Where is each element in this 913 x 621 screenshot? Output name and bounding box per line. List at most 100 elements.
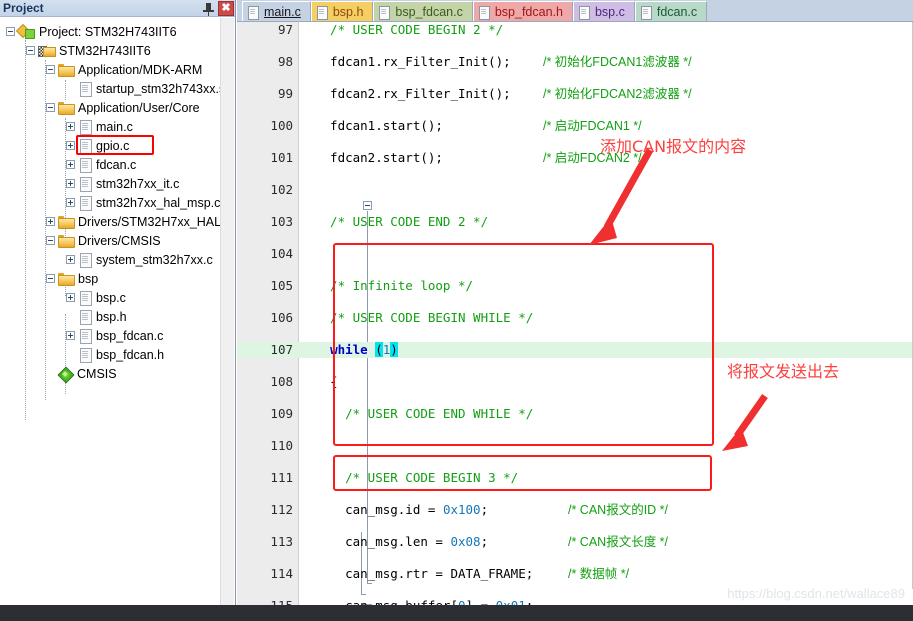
tree-item-bsp-fdcan-h[interactable]: bsp_fdcan.h: [0, 345, 220, 364]
annotation-arrow-send-message: [722, 393, 768, 451]
code-line[interactable]: 104: [237, 246, 913, 262]
project-pane-scrollbar[interactable]: [220, 18, 234, 605]
tree-item-cmsis[interactable]: CMSIS: [0, 364, 220, 383]
file-icon: [78, 252, 92, 268]
expand-icon[interactable]: [66, 141, 75, 150]
code-line[interactable]: 110: [237, 438, 913, 454]
tree-item-stm32h743iit6[interactable]: STM32H743IIT6: [0, 41, 220, 60]
tree-item-bsp-fdcan-c[interactable]: bsp_fdcan.c: [0, 326, 220, 345]
collapse-icon[interactable]: [6, 27, 15, 36]
code-line[interactable]: 114 can_msg.rtr = DATA_FRAME; /* 数据帧 */: [237, 566, 913, 582]
expand-icon[interactable]: [66, 160, 75, 169]
code-line[interactable]: 103 /* USER CODE END 2 */: [237, 214, 913, 230]
code-line[interactable]: 113 can_msg.len = 0x08; /* CAN报文长度 */: [237, 534, 913, 550]
collapse-icon[interactable]: [26, 46, 35, 55]
project-pane-titlebar: Project ✖: [0, 0, 235, 17]
line-number: 112: [270, 502, 293, 517]
expand-icon[interactable]: [66, 179, 75, 188]
pin-icon[interactable]: [202, 2, 215, 16]
line-number: 113: [270, 534, 293, 549]
tree-item-application-user-core[interactable]: Application/User/Core: [0, 98, 220, 117]
line-number: 103: [270, 214, 293, 229]
collapse-icon[interactable]: [46, 65, 55, 74]
tree-item-project-stm32h743iit6[interactable]: Project: STM32H743IIT6: [0, 22, 220, 41]
code-line[interactable]: 97 /* USER CODE BEGIN 2 */: [237, 22, 913, 38]
tab-bsp-c[interactable]: bsp.c: [572, 1, 635, 21]
collapse-icon[interactable]: [46, 236, 55, 245]
tree-item-label: CMSIS: [77, 366, 117, 381]
file-icon: [640, 5, 652, 20]
tree-item-main-c[interactable]: main.c: [0, 117, 220, 136]
tree-item-bsp[interactable]: bsp: [0, 269, 220, 288]
tab-label: bsp_fdcan.h: [494, 5, 563, 19]
project-tree[interactable]: Project: STM32H743IIT6 STM32H743IIT6 Appli…: [0, 18, 220, 605]
code-line[interactable]: 98 fdcan1.rx_Filter_Init(); /* 初始化FDCAN1滤…: [237, 54, 913, 70]
folder-icon: [58, 101, 75, 115]
expand-icon[interactable]: [66, 331, 75, 340]
code-line[interactable]: 111 /* USER CODE BEGIN 3 */: [237, 470, 913, 486]
code-line[interactable]: 101 fdcan2.start();/* 启动FDCAN2 */: [237, 150, 913, 166]
close-icon[interactable]: ✖: [218, 1, 234, 16]
tree-item-drivers-stm32h7xx-hal-dri[interactable]: Drivers/STM32H7xx_HAL_Dri: [0, 212, 220, 231]
tree-item-label: stm32h7xx_hal_msp.c: [96, 195, 220, 210]
tab-bsp-h[interactable]: bsp.h: [310, 1, 374, 21]
tab-fdcan-c[interactable]: fdcan.c: [634, 1, 708, 21]
code-text: can_msg.buffer[0] = 0x01;: [315, 598, 533, 605]
code-lines[interactable]: 97 /* USER CODE BEGIN 2 */ 98 fdcan1.rx_F…: [237, 22, 913, 605]
tab-label: bsp_fdcan.c: [395, 5, 463, 19]
file-icon: [379, 5, 391, 20]
tab-main-c[interactable]: main.c: [242, 1, 311, 21]
editor-tabbar[interactable]: main.c bsp.h bsp_fdcan.c bsp_fdcan.h bsp.c fd…: [237, 0, 913, 22]
folder-icon: [58, 234, 75, 248]
tab-bsp-fdcan-h[interactable]: bsp_fdcan.h: [472, 1, 573, 21]
code-text: fdcan1.rx_Filter_Init();: [315, 54, 511, 69]
file-icon: [78, 119, 92, 135]
line-number: 110: [270, 438, 293, 453]
tree-item-label: bsp_fdcan.c: [96, 328, 164, 343]
tree-item-stm32h7xx-hal-msp-c[interactable]: stm32h7xx_hal_msp.c: [0, 193, 220, 212]
file-icon: [78, 195, 92, 211]
code-line[interactable]: 102: [237, 182, 913, 198]
code-text: /* Infinite loop */: [315, 278, 474, 293]
tree-item-label: STM32H743IIT6: [59, 43, 151, 58]
code-editor[interactable]: 97 /* USER CODE BEGIN 2 */ 98 fdcan1.rx_F…: [237, 22, 913, 605]
code-line[interactable]: 100 fdcan1.start(); /* 启动FDCAN1 */: [237, 118, 913, 134]
tree-item-label: Drivers/CMSIS: [78, 233, 161, 248]
code-line[interactable]: 109 /* USER CODE END WHILE */: [237, 406, 913, 422]
tree-item-gpio-c[interactable]: gpio.c: [0, 136, 220, 155]
code-line[interactable]: 107 while (1): [237, 342, 913, 358]
code-text: fdcan2.start();: [315, 150, 443, 165]
file-icon: [78, 328, 92, 344]
tree-item-label: Drivers/STM32H7xx_HAL_Dri: [78, 214, 220, 229]
expand-icon[interactable]: [66, 255, 75, 264]
code-line[interactable]: 105 /* Infinite loop */: [237, 278, 913, 294]
tree-item-startup-stm32h743xx-s[interactable]: startup_stm32h743xx.s: [0, 79, 220, 98]
collapse-icon[interactable]: [46, 103, 55, 112]
expand-icon[interactable]: [66, 293, 75, 302]
expand-icon[interactable]: [46, 217, 55, 226]
expand-icon[interactable]: [66, 198, 75, 207]
tree-item-fdcan-c[interactable]: fdcan.c: [0, 155, 220, 174]
code-line[interactable]: 106 /* USER CODE BEGIN WHILE */: [237, 310, 913, 326]
line-number: 107: [270, 342, 293, 357]
tree-item-bsp-h[interactable]: bsp.h: [0, 307, 220, 326]
file-icon: [78, 309, 92, 325]
code-text: /* USER CODE BEGIN 3 */: [315, 470, 519, 485]
code-text: can_msg.rtr = DATA_FRAME;: [315, 566, 534, 581]
project-pane-title: Project: [3, 1, 44, 15]
tree-item-application-mdk-arm[interactable]: Application/MDK-ARM: [0, 60, 220, 79]
code-line[interactable]: 112 can_msg.id = 0x100; /* CAN报文的ID */: [237, 502, 913, 518]
tab-bsp-fdcan-c[interactable]: bsp_fdcan.c: [373, 1, 473, 21]
tree-item-system-stm32h7xx-c[interactable]: system_stm32h7xx.c: [0, 250, 220, 269]
tree-item-label: Application/MDK-ARM: [78, 62, 203, 77]
collapse-icon[interactable]: [46, 274, 55, 283]
tree-item-drivers-cmsis[interactable]: Drivers/CMSIS: [0, 231, 220, 250]
code-line[interactable]: 99 fdcan2.rx_Filter_Init(); /* 初始化FDCAN2滤…: [237, 86, 913, 102]
line-number: 97: [277, 22, 293, 37]
tree-item-stm32h7xx-it-c[interactable]: stm32h7xx_it.c: [0, 174, 220, 193]
tree-item-bsp-c[interactable]: bsp.c: [0, 288, 220, 307]
expand-icon[interactable]: [66, 122, 75, 131]
